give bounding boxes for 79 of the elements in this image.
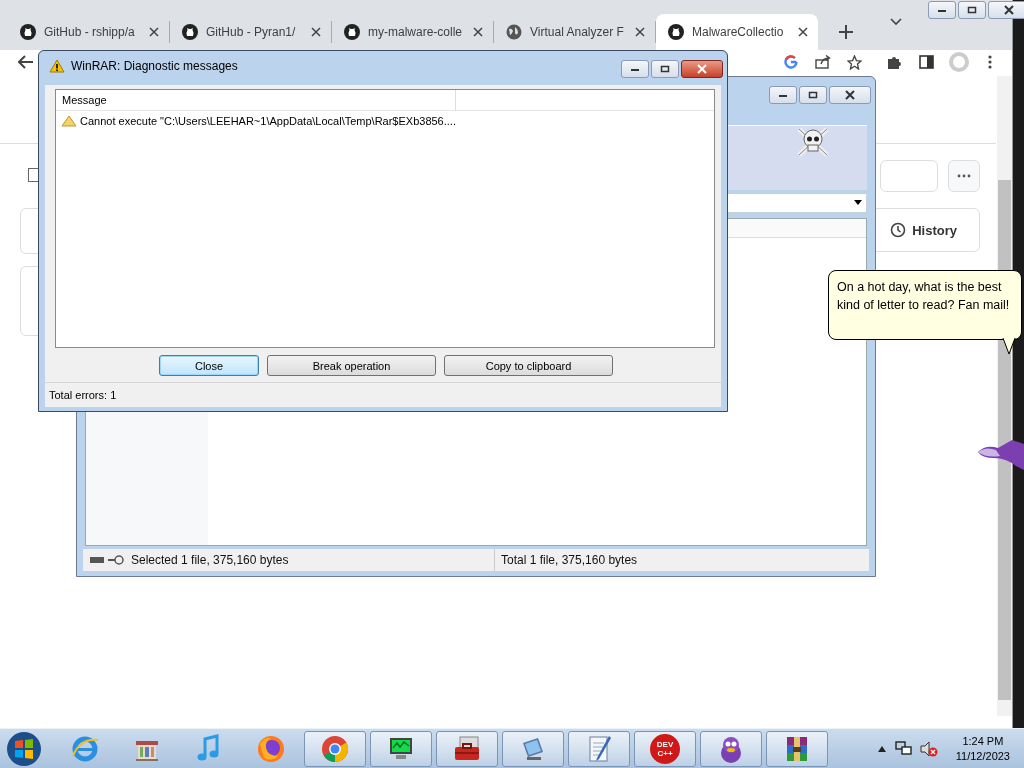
close-icon[interactable] xyxy=(311,27,321,37)
minimize-icon xyxy=(630,66,640,72)
maximize-button[interactable] xyxy=(958,1,986,19)
taskbar-button[interactable]: DEV C++ xyxy=(634,731,696,767)
window-title: WinRAR: Diagnostic messages xyxy=(71,59,238,73)
close-icon xyxy=(844,90,856,100)
caret-up-icon[interactable] xyxy=(877,746,886,752)
message-text[interactable]: Cannot execute "C:\Users\LEEHAR~1\AppData\Local\Temp\Rar$EXb3856.... xyxy=(80,115,456,127)
close-icon[interactable] xyxy=(473,27,483,37)
taskbar-button[interactable] xyxy=(568,731,630,767)
browser-tab[interactable]: GitHub - Pyran1/ xyxy=(170,21,332,43)
minimize-button[interactable] xyxy=(928,1,956,19)
browser-tab[interactable]: MalwareCollectio xyxy=(656,14,818,50)
maximize-icon xyxy=(660,65,670,73)
github-icon xyxy=(20,24,36,40)
status-text: Total errors: 1 xyxy=(45,382,721,406)
github-icon xyxy=(344,24,360,40)
status-text: Total 1 file, 375,160 bytes xyxy=(500,553,638,567)
maximize-button[interactable] xyxy=(651,60,679,78)
plus-icon xyxy=(839,25,853,39)
minimize-icon xyxy=(778,92,788,98)
close-button[interactable] xyxy=(988,1,1024,19)
github-icon xyxy=(668,24,684,40)
minimize-button[interactable] xyxy=(621,60,649,78)
input-field[interactable] xyxy=(880,160,938,192)
browser-tab[interactable]: GitHub - rshipp/a xyxy=(8,21,170,43)
browser-tab[interactable]: my-malware-colle xyxy=(332,21,494,43)
speech-bubble-tooltip: On a hot day, what is the best kind of letter to read? Fan mail! xyxy=(828,270,1022,340)
close-icon[interactable] xyxy=(635,27,645,37)
close-icon[interactable] xyxy=(149,27,159,37)
clock[interactable]: 1:24 PM 11/12/2023 xyxy=(955,734,1010,764)
toolbox-icon xyxy=(452,735,482,763)
warning-icon xyxy=(61,115,77,127)
minimize-icon xyxy=(937,7,947,13)
column-header[interactable]: Message xyxy=(56,90,456,110)
skull-crossbones-icon xyxy=(795,125,831,159)
taskbar-button[interactable] xyxy=(766,731,828,767)
globe-ring-icon xyxy=(70,734,100,764)
chrome-icon xyxy=(320,734,350,764)
minimize-button[interactable] xyxy=(769,86,797,104)
fox-globe-icon xyxy=(256,734,286,764)
clock-date: 11/12/2023 xyxy=(955,749,1010,764)
close-icon[interactable] xyxy=(798,27,808,37)
close-icon xyxy=(696,64,708,74)
dialog-button[interactable]: Copy to clipboard xyxy=(444,355,613,376)
close-icon xyxy=(1003,5,1015,15)
speaker-muted-icon[interactable] xyxy=(919,741,938,757)
globe-icon xyxy=(506,24,522,40)
github-icon xyxy=(182,24,198,40)
start-button[interactable] xyxy=(6,731,42,767)
maximize-icon xyxy=(808,91,818,99)
taskbar-button[interactable] xyxy=(436,731,498,767)
close-button[interactable] xyxy=(681,60,723,78)
back-arrow-icon[interactable] xyxy=(18,55,34,69)
dialog-button[interactable]: Break operation xyxy=(267,355,436,376)
menu-icon[interactable] xyxy=(988,55,992,69)
clock-icon xyxy=(890,222,907,238)
ellipsis-icon xyxy=(957,174,971,178)
dev-cpp-logo: DEV C++ xyxy=(650,734,680,764)
browser-tab[interactable]: Virtual Analyzer F xyxy=(494,21,656,43)
taskbar-button[interactable] xyxy=(700,731,762,767)
maximize-icon xyxy=(967,6,977,14)
clock-time: 1:24 PM xyxy=(962,734,1004,749)
network-icon[interactable] xyxy=(893,741,912,757)
puzzle-piece-icon[interactable] xyxy=(887,55,902,70)
warning-icon xyxy=(49,59,65,73)
taskbar-button[interactable] xyxy=(370,731,432,767)
star-icon[interactable] xyxy=(847,55,862,70)
chevron-down-icon[interactable] xyxy=(890,18,902,26)
side-panel-icon[interactable] xyxy=(919,55,934,69)
google-icon[interactable] xyxy=(784,55,798,69)
maximize-button[interactable] xyxy=(799,86,827,104)
drive-key-icon xyxy=(89,554,125,566)
share-icon[interactable] xyxy=(815,55,831,69)
bubble-tail xyxy=(1002,338,1016,356)
status-text: Selected 1 file, 375,160 bytes xyxy=(131,553,289,567)
close-button[interactable] xyxy=(829,86,871,104)
caret-icon xyxy=(854,200,862,205)
dialog-button[interactable]: Close xyxy=(159,355,259,376)
